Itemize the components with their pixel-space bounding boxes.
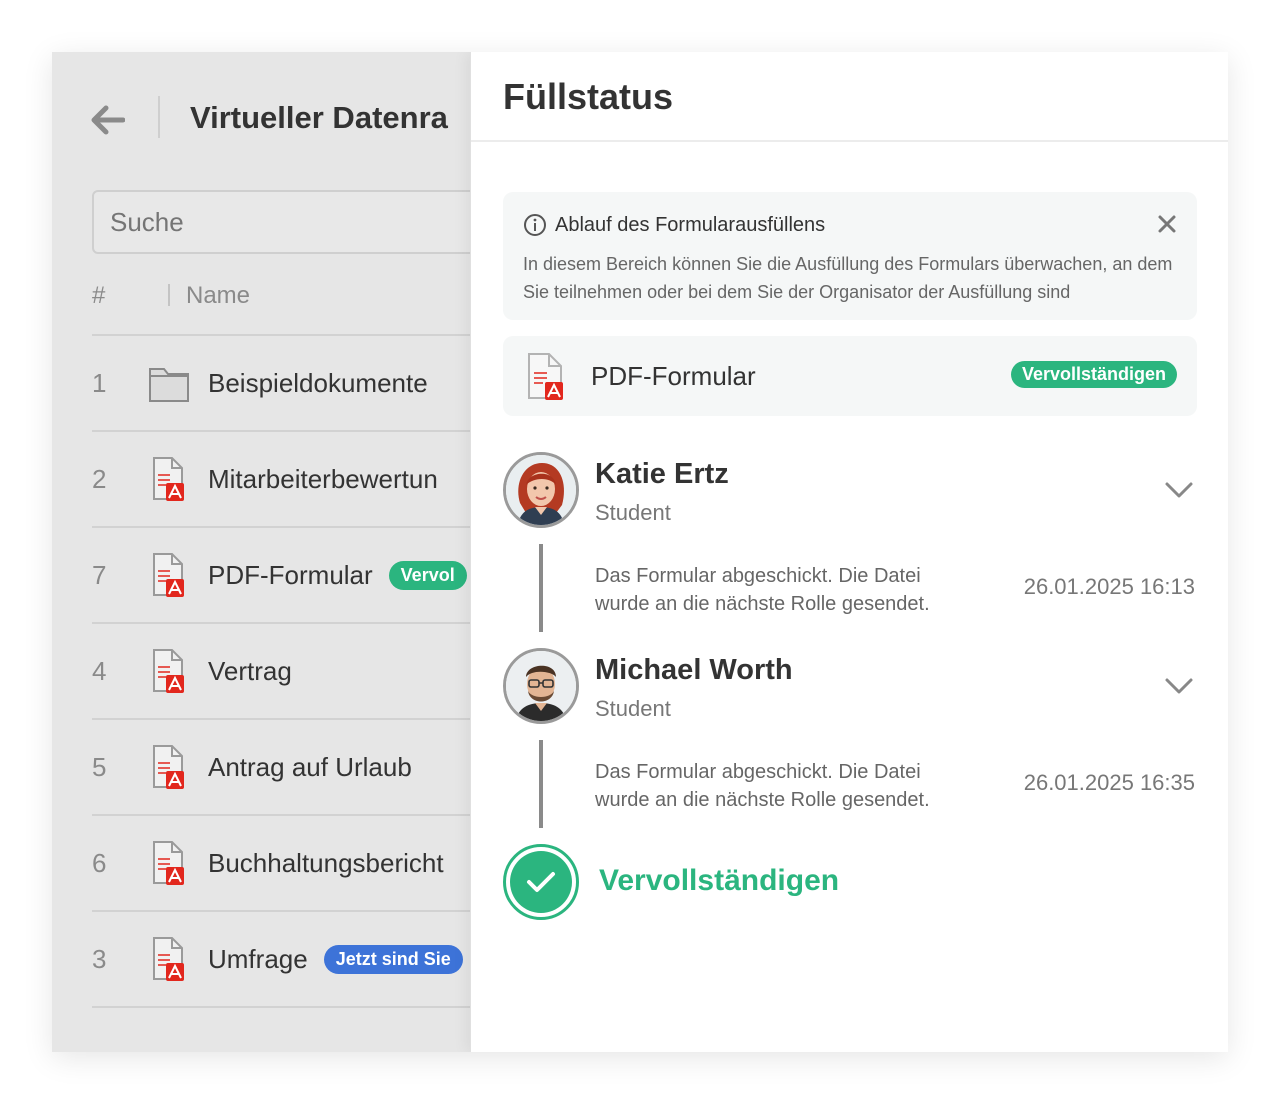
row-file-name: Umfrage	[208, 943, 308, 974]
arrow-left-icon	[91, 105, 125, 135]
fill-status-drawer: Füllstatus Ablauf des Formularausfüllens…	[470, 52, 1228, 1052]
row-number: 1	[92, 367, 107, 398]
row-number: 6	[92, 847, 107, 878]
row-number: 4	[92, 655, 107, 686]
row-number: 7	[92, 559, 107, 590]
row-number: 2	[92, 463, 107, 494]
participant-name: Katie Ertz	[595, 458, 729, 490]
avatar	[503, 648, 579, 724]
row-number: 5	[92, 751, 107, 782]
header-divider	[158, 96, 160, 138]
event-description: Das Formular abgeschickt. Die Datei wurd…	[595, 565, 930, 615]
expand-button[interactable]	[1161, 472, 1197, 508]
participant-name: Michael Worth	[595, 654, 793, 686]
row-file-name: Buchhaltungsbericht	[208, 847, 444, 878]
final-step: Vervollständigen	[503, 842, 1197, 922]
back-button[interactable]	[90, 102, 126, 138]
drawer-title: Füllstatus	[503, 76, 674, 117]
folder-icon	[148, 359, 208, 407]
pdf-file-icon	[148, 647, 208, 695]
expand-button[interactable]	[1161, 668, 1197, 704]
info-text: In diesem Bereich können Sie die Ausfüll…	[523, 254, 1173, 302]
pdf-file-icon	[148, 743, 208, 791]
column-separator	[168, 284, 170, 306]
drawer-header-divider	[471, 140, 1228, 142]
row-file-name: Mitarbeiterbewertun	[208, 463, 438, 494]
info-title: Ablauf des Formularausfüllens	[555, 214, 826, 236]
event-timestamp: 26.01.2025 16:35	[1023, 770, 1195, 795]
pdf-file-icon	[528, 353, 563, 400]
pdf-file-icon	[148, 839, 208, 887]
timeline-connector	[539, 740, 543, 828]
row-file-name: Antrag auf Urlaub	[208, 751, 412, 782]
final-step-label: Vervollständigen	[599, 864, 840, 897]
column-header-name[interactable]: Name	[186, 282, 250, 310]
check-icon	[527, 872, 555, 892]
pdf-file-icon	[148, 455, 208, 503]
pdf-file-icon	[148, 935, 208, 983]
row-file-name: PDF-Formular	[208, 559, 373, 590]
pdf-file-icon	[148, 551, 208, 599]
participant-role: Student	[595, 696, 671, 721]
status-badge: Jetzt sind Sie	[323, 944, 463, 974]
chevron-down-icon	[1165, 678, 1193, 694]
row-file-name: Beispieldokumente	[208, 367, 428, 398]
form-summary: PDF-Formular Vervollständigen	[503, 336, 1197, 416]
form-name: PDF-Formular	[591, 361, 756, 391]
row-file-name: Vertrag	[208, 655, 292, 686]
event-description: Das Formular abgeschickt. Die Datei wurd…	[595, 761, 930, 811]
status-badge: Vervollständigen	[1010, 361, 1177, 388]
page-title: Virtueller Datenra	[190, 100, 448, 135]
participant-item: Katie Ertz Student Das Formular abgeschi…	[503, 452, 1197, 652]
step-complete-indicator	[503, 844, 579, 920]
app-window: Virtueller Datenra # Name 1 Beispieldoku…	[52, 52, 1228, 1052]
column-header-number[interactable]: #	[92, 282, 105, 310]
participant-role: Student	[595, 500, 671, 525]
chevron-down-icon	[1165, 482, 1193, 498]
participant-item: Michael Worth Student Das Formular abges…	[503, 648, 1197, 848]
close-button[interactable]	[1153, 210, 1181, 238]
avatar	[503, 452, 579, 528]
timeline-connector	[539, 544, 543, 632]
status-badge: Vervol	[388, 560, 467, 590]
event-timestamp: 26.01.2025 16:13	[1023, 574, 1195, 599]
info-icon	[524, 214, 546, 236]
row-number: 3	[92, 943, 107, 974]
close-icon	[1158, 215, 1176, 233]
info-banner: Ablauf des Formularausfüllens In diesem …	[503, 192, 1197, 320]
